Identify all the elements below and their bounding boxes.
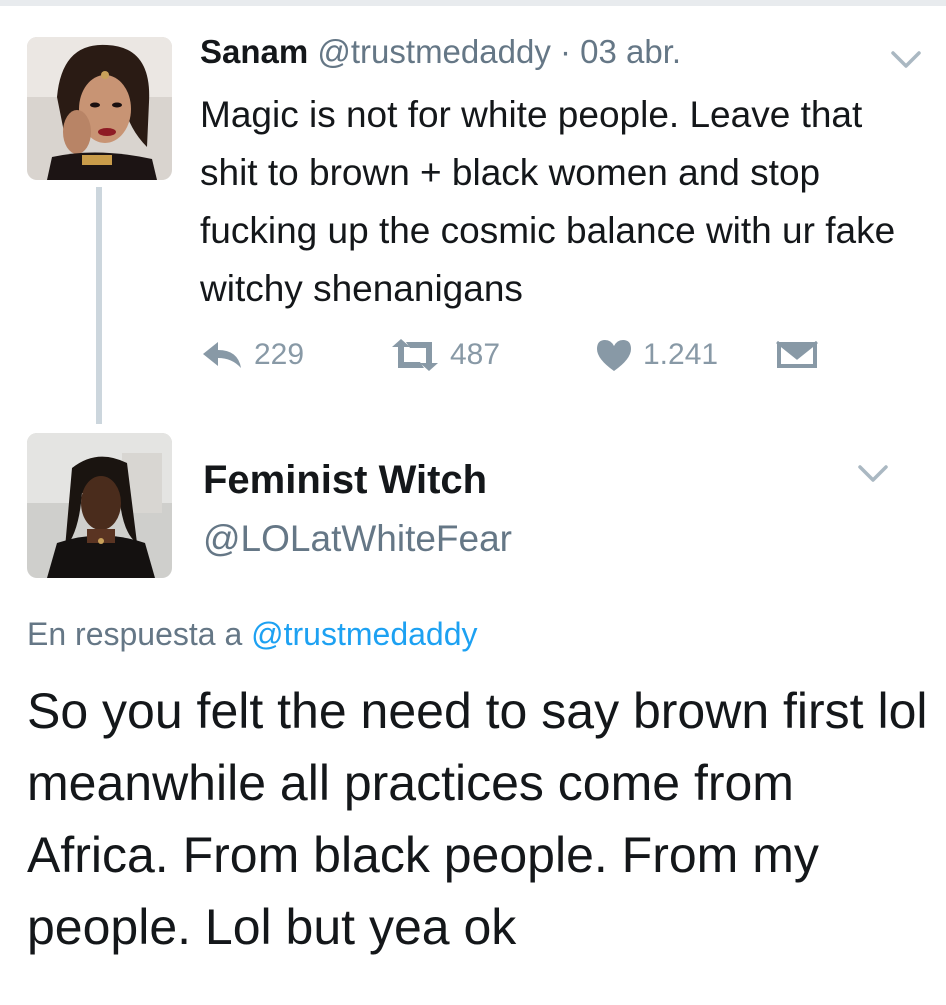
tweet1-action-bar: 229 487 1.241 [200,335,840,375]
chevron-down-icon[interactable] [889,48,923,72]
top-divider [0,0,946,6]
reply-mention-link[interactable]: @trustmedaddy [251,616,477,652]
tweet1-separator: · [560,33,571,70]
tweet1-header: Sanam @trustmedaddy · 03 abr. [200,30,681,74]
direct-message-button[interactable] [775,335,829,375]
like-button[interactable]: 1.241 [595,335,718,375]
tweet1-handle[interactable]: @trustmedaddy [317,33,550,70]
retweet-count: 487 [450,338,501,371]
feminist-witch-avatar[interactable] [27,433,172,578]
like-count: 1.241 [643,338,719,371]
sanam-avatar[interactable] [27,37,172,180]
tweet2-handle[interactable]: @LOLatWhiteFear [203,515,512,563]
tweet2-display-name[interactable]: Feminist Witch [203,455,487,505]
heart-icon [597,340,631,371]
reply-button[interactable]: 229 [200,335,304,375]
tweet1-date[interactable]: 03 abr. [580,33,681,70]
tweet2-text: So you felt the need to say brown first … [27,683,928,955]
reply-context: En respuesta a @trustmedaddy [27,612,478,656]
tweet1-text: Magic is not for white people. Leave tha… [200,94,896,309]
chevron-down-icon[interactable] [856,462,890,486]
retweet-icon [392,339,438,371]
reply-prefix: En respuesta a [27,616,243,652]
reply-count: 229 [254,338,305,371]
reply-icon [203,342,241,368]
tweet1-display-name[interactable]: Sanam [200,33,308,70]
retweet-button[interactable]: 487 [390,335,500,375]
thread-connector [96,187,102,424]
direct-message-icon [776,340,818,368]
